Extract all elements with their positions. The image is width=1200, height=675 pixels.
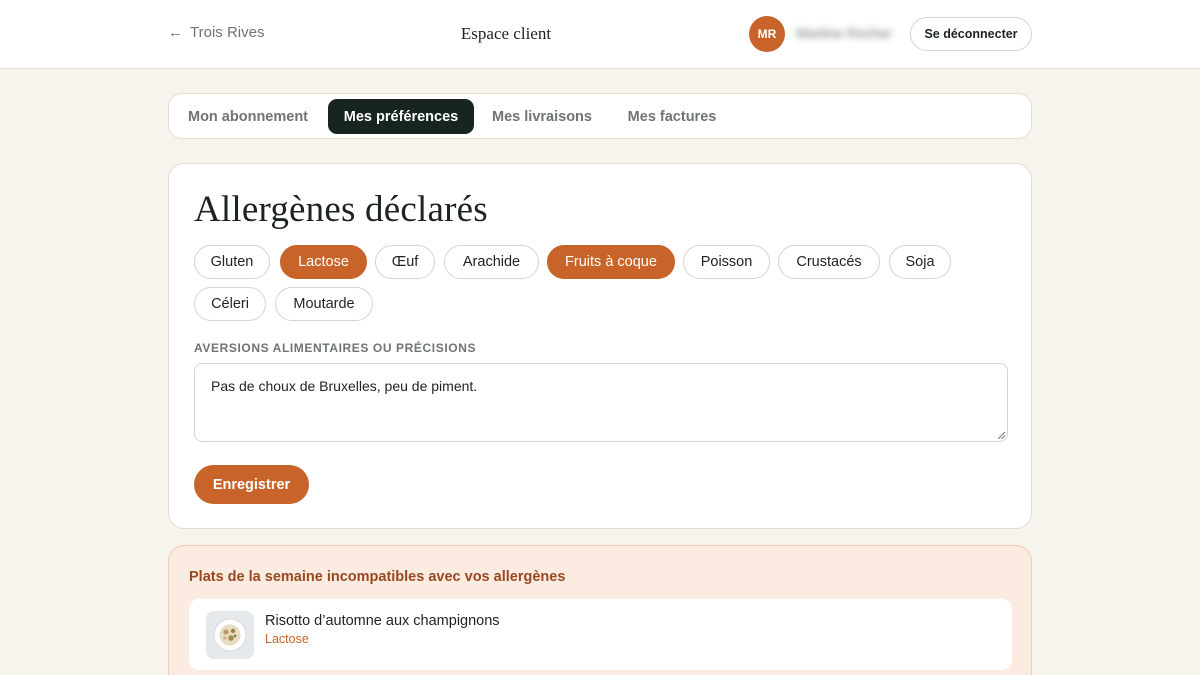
incompatible-dishes-title: Plats de la semaine incompatibles avec v… xyxy=(189,569,566,585)
allergen-chip-fish[interactable]: Poisson xyxy=(683,245,770,279)
allergen-chip-mustard[interactable]: Moutarde xyxy=(275,287,373,321)
tab-bar: Mon abonnement Mes préférences Mes livra… xyxy=(168,93,1032,139)
logout-button[interactable]: Se déconnecter xyxy=(910,17,1032,51)
save-button[interactable]: Enregistrer xyxy=(194,465,309,504)
allergens-card: Allergènes déclarés Gluten Lactose Œuf A… xyxy=(168,163,1032,529)
allergens-title: Allergènes déclarés xyxy=(194,189,488,230)
allergen-chip-celery[interactable]: Céleri xyxy=(194,287,266,321)
tab-deliveries[interactable]: Mes livraisons xyxy=(486,99,598,134)
allergen-chip-crustaceans[interactable]: Crustacés xyxy=(778,245,880,279)
tab-subscription[interactable]: Mon abonnement xyxy=(181,99,315,134)
avatar[interactable]: MR xyxy=(749,16,785,52)
top-bar: ← Trois Rives Espace client MR Martine R… xyxy=(0,0,1200,69)
dish-image xyxy=(206,611,254,659)
allergen-chip-lactose[interactable]: Lactose xyxy=(280,245,367,279)
dish-item[interactable]: Risotto d’automne aux champignons Lactos… xyxy=(189,599,1012,670)
allergen-chip-egg[interactable]: Œuf xyxy=(375,245,435,279)
aversions-value: Pas de choux de Bruxelles, peu de piment… xyxy=(211,378,478,394)
dish-name: Risotto d’automne aux champignons xyxy=(265,613,500,629)
incompatible-dishes-panel: Plats de la semaine incompatibles avec v… xyxy=(168,545,1032,675)
allergen-chip-peanut[interactable]: Arachide xyxy=(444,245,539,279)
dish-allergen: Lactose xyxy=(265,632,309,646)
tab-invoices[interactable]: Mes factures xyxy=(619,99,725,134)
allergen-chip-tree-nuts[interactable]: Fruits à coque xyxy=(547,245,675,279)
risotto-plate-icon xyxy=(213,618,247,652)
aversions-textarea[interactable]: Pas de choux de Bruxelles, peu de piment… xyxy=(194,363,1008,442)
resize-grip-icon[interactable] xyxy=(997,431,1005,439)
allergen-chip-soy[interactable]: Soja xyxy=(889,245,951,279)
tab-preferences[interactable]: Mes préférences xyxy=(328,99,474,134)
aversions-label: AVERSIONS ALIMENTAIRES OU PRÉCISIONS xyxy=(194,341,477,355)
user-name: Martine Rocher xyxy=(796,25,892,41)
allergen-chip-gluten[interactable]: Gluten xyxy=(194,245,270,279)
